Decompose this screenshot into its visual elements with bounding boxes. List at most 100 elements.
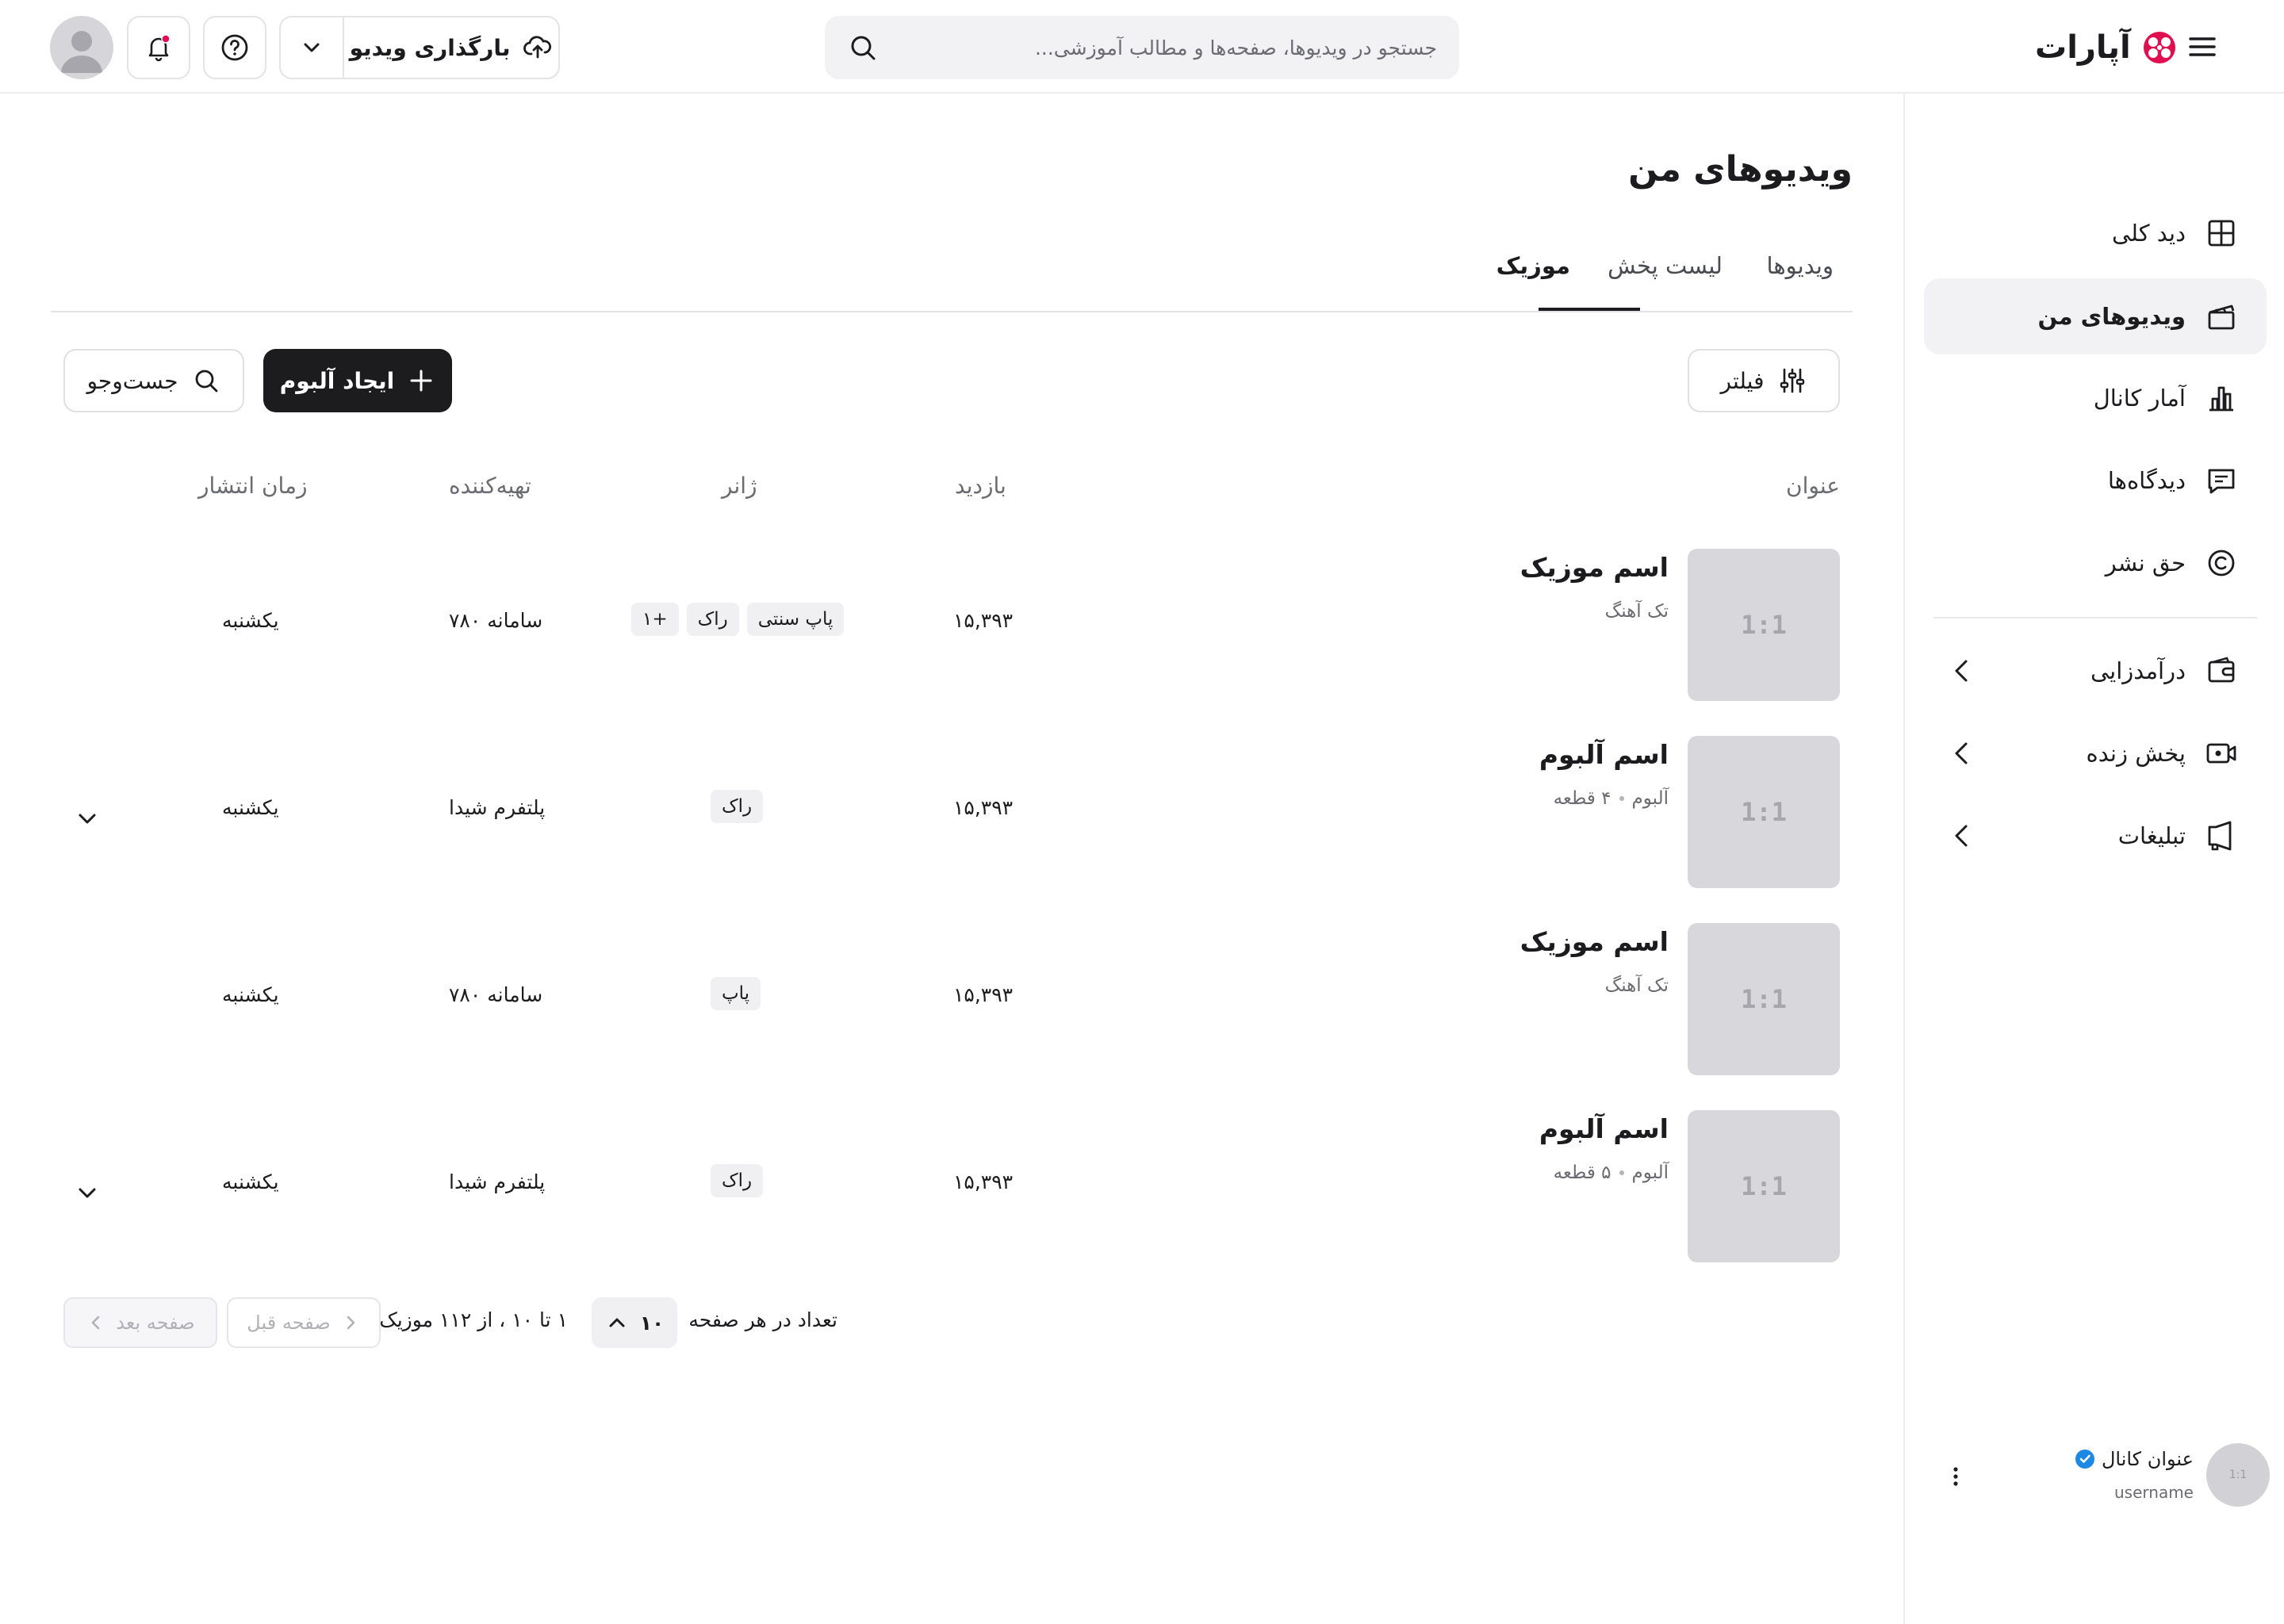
tab-videos[interactable]: ویدیوها: [1767, 252, 1834, 304]
music-title[interactable]: اسم موزیک: [1520, 926, 1669, 957]
upload-video-button[interactable]: بارگذاری ویدیو: [279, 16, 560, 79]
channel-username: username: [2114, 1483, 2194, 1502]
tab-bar: ویدیوها لیست پخش موزیک: [51, 247, 1853, 312]
comment-icon: [2208, 469, 2235, 494]
per-page-label: تعداد در هر صفحه: [688, 1308, 837, 1331]
sidebar-item-comments[interactable]: دیدگاه‌ها: [1924, 442, 2267, 519]
bell-icon: [148, 34, 171, 62]
help-button[interactable]: [203, 16, 266, 79]
chevron-right-icon: [347, 1316, 355, 1330]
aparat-logo-icon: [2143, 32, 2175, 63]
sidebar-item-label: حق نشر: [2105, 550, 2186, 576]
column-header-views: بازدید: [955, 473, 1006, 499]
music-type-text: تک آهنگ: [1604, 601, 1669, 622]
producer: پلتفرم شیدا: [449, 796, 546, 819]
sidebar-item-ads[interactable]: تبلیغات: [1924, 798, 2267, 874]
more-vertical-icon[interactable]: [1940, 1461, 1972, 1492]
sidebar-item-label: تبلیغات: [2117, 822, 2186, 849]
table-search-button[interactable]: جست‌وجو: [63, 349, 244, 412]
cloud-upload-icon: [523, 36, 552, 59]
genre-chip: پاپ سنتی: [746, 603, 845, 636]
sidebar-item-label: درآمدزایی: [2090, 657, 2186, 684]
clapperboard-icon: [2208, 304, 2235, 330]
sidebar-item-monetization[interactable]: درآمدزایی: [1924, 633, 2267, 709]
track-count: ۴ قطعه: [1553, 788, 1611, 809]
sidebar-item-copyright[interactable]: حق نشر: [1924, 525, 2267, 601]
music-type-text: تک آهنگ: [1604, 975, 1669, 996]
table-row[interactable]: 1:1 اسم آلبوم آلبوم ۴ قطعه ۱۵,۳۹۳ راک پل…: [51, 736, 1853, 894]
channel-avatar[interactable]: 1:1: [2206, 1443, 2270, 1507]
next-page-button[interactable]: صفحه بعد: [63, 1297, 217, 1348]
music-title[interactable]: اسم موزیک: [1520, 552, 1669, 583]
chevron-down-icon[interactable]: [73, 804, 102, 833]
sidebar-item-channel-stats[interactable]: آمار کانال: [1924, 360, 2267, 436]
sidebar-item-label: پخش زنده: [2086, 740, 2186, 767]
brand-name: آپارات: [2035, 29, 2132, 66]
table-row[interactable]: 1:1 اسم آلبوم آلبوم ۵ قطعه ۱۵,۳۹۳ راک پل…: [51, 1110, 1853, 1269]
help-icon: [221, 34, 248, 61]
table-row[interactable]: 1:1 اسم موزیک تک آهنگ ۱۵,۳۹۳ پاپ سنتی را…: [51, 549, 1853, 707]
genre-chips: پاپ سنتی راک +۱: [631, 603, 845, 636]
album-thumbnail[interactable]: 1:1: [1688, 1110, 1840, 1262]
tab-music[interactable]: موزیک: [1496, 252, 1570, 304]
notification-button[interactable]: [127, 16, 190, 79]
chevron-down-icon[interactable]: [73, 1178, 102, 1207]
sidebar-item-overview[interactable]: دید کلی: [1924, 195, 2267, 271]
upload-main[interactable]: بارگذاری ویدیو: [344, 17, 558, 78]
genre-more-chip[interactable]: +۱: [631, 603, 679, 636]
upload-label: بارگذاری ویدیو: [349, 34, 511, 61]
search-icon[interactable]: [847, 32, 879, 63]
genre-chip: پاپ: [711, 977, 761, 1010]
per-page-value: ۱۰: [639, 1311, 665, 1335]
chevron-left-icon: [92, 1316, 100, 1330]
column-header-publish-date: زمان انتشار: [198, 473, 308, 499]
create-album-button[interactable]: ایجاد آلبوم: [263, 349, 452, 412]
filter-button[interactable]: فیلتر: [1688, 349, 1840, 412]
filter-label: فیلتر: [1720, 367, 1765, 394]
prev-page-button[interactable]: صفحه قبل: [227, 1297, 381, 1348]
chevron-left-icon: [1955, 742, 1968, 764]
chevron-up-icon: [609, 1318, 625, 1327]
album-meta: آلبوم ۴ قطعه: [1554, 788, 1669, 809]
music-thumbnail[interactable]: 1:1: [1688, 923, 1840, 1075]
chevron-down-icon: [304, 43, 320, 52]
album-thumbnail[interactable]: 1:1: [1688, 736, 1840, 888]
search-input[interactable]: جستجو در ویدیوها، صفحه‌ها و مطالب آموزشی…: [879, 36, 1437, 59]
genre-chips: راک: [711, 1164, 764, 1197]
genre-chips: پاپ: [711, 977, 761, 1010]
copyright-icon: [2208, 550, 2235, 576]
create-album-label: ایجاد آلبوم: [279, 367, 395, 394]
album-title[interactable]: اسم آلبوم: [1539, 739, 1669, 770]
upload-dropdown[interactable]: [281, 17, 344, 78]
separator-dot: [1619, 1170, 1624, 1175]
sidebar-item-my-videos[interactable]: ویدیوهای من: [1924, 278, 2267, 354]
album-meta: آلبوم ۵ قطعه: [1554, 1162, 1669, 1183]
menu-icon[interactable]: [2184, 29, 2221, 65]
album-title[interactable]: اسم آلبوم: [1539, 1113, 1669, 1144]
user-avatar[interactable]: [50, 16, 113, 79]
search-icon: [195, 370, 217, 393]
channel-card[interactable]: 1:1 عنوان کانال username: [1937, 1443, 2270, 1510]
per-page-select[interactable]: ۱۰: [592, 1297, 677, 1348]
search-bar[interactable]: جستجو در ویدیوها، صفحه‌ها و مطالب آموزشی…: [825, 16, 1459, 79]
grid-icon: [2208, 220, 2235, 247]
separator-dot: [1619, 796, 1624, 801]
aparat-logo[interactable]: آپارات: [2035, 22, 2180, 73]
producer: پلتفرم شیدا: [449, 1170, 546, 1193]
sidebar-item-live[interactable]: پخش زنده: [1924, 715, 2267, 791]
genre-chips: راک: [711, 790, 764, 823]
album-type-text: آلبوم: [1631, 788, 1669, 809]
column-header-producer: تهیه‌کننده: [449, 473, 531, 499]
track-count: ۵ قطعه: [1553, 1162, 1611, 1183]
views-count: ۱۵,۳۹۳: [953, 796, 1014, 819]
genre-chip: راک: [711, 1164, 764, 1197]
megaphone-icon: [2208, 821, 2232, 851]
producer: سامانه ۷۸۰: [449, 983, 543, 1006]
table-search-label: جست‌وجو: [86, 367, 178, 394]
bar-chart-icon: [2209, 386, 2233, 412]
table-row[interactable]: 1:1 اسم موزیک تک آهنگ ۱۵,۳۹۳ پاپ سامانه …: [51, 923, 1853, 1082]
tab-playlists[interactable]: لیست پخش: [1608, 252, 1723, 304]
pagination-range: ۱ تا ۱۰ ، از ۱۱۲ موزیک: [379, 1308, 568, 1331]
music-thumbnail[interactable]: 1:1: [1688, 549, 1840, 701]
wallet-icon: [2208, 657, 2235, 683]
